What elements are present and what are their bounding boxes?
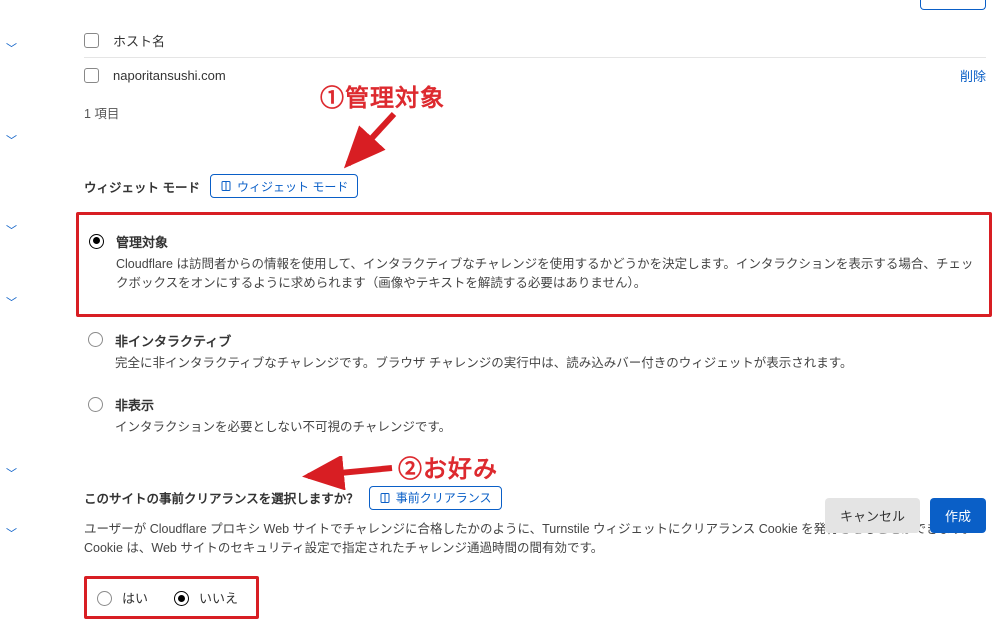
preclearance-no[interactable]: いいえ [174,588,238,607]
radio-input-no[interactable] [174,591,189,606]
radio-title: 非表示 [115,395,982,414]
table-row: naporitansushi.com 削除 [84,57,986,93]
radio-option-noninteractive[interactable]: 非インタラクティブ 完全に非インタラクティブなチャレンジです。ブラウザ チャレン… [84,321,986,385]
preclearance-question: このサイトの事前クリアランスを選択しますか？ [84,488,359,507]
create-button[interactable]: 作成 [930,498,986,533]
annotation-highlight-1: 管理対象 Cloudflare は訪問者からの情報を使用して、インタラクティブな… [76,212,992,317]
delete-link[interactable]: 削除 [960,66,986,85]
radio-desc: 完全に非インタラクティブなチャレンジです。ブラウザ チャレンジの実行中は、読み込… [115,354,982,373]
preclearance-pill-label: 事前クリアランス [396,489,492,506]
book-icon [379,492,391,504]
no-label: いいえ [199,588,238,607]
widget-mode-label-row: ウィジェット モード ウィジェット モード [84,174,986,198]
footer-buttons: キャンセル 作成 [825,498,986,533]
radio-desc: Cloudflare は訪問者からの情報を使用して、インタラクティブなチャレンジ… [116,255,979,294]
radio-option-managed[interactable]: 管理対象 Cloudflare は訪問者からの情報を使用して、インタラクティブな… [85,222,983,306]
yes-label: はい [122,588,148,607]
decorative-cutoff-box [920,0,986,10]
radio-input-noninteractive[interactable] [88,332,103,347]
radio-input-managed[interactable] [89,234,104,249]
widget-mode-label: ウィジェット モード [84,177,200,196]
preclearance-yes[interactable]: はい [97,588,148,607]
radio-title: 管理対象 [116,232,979,251]
hostname-header-label: ホスト名 [113,31,165,50]
item-count: 1 項目 [84,93,986,122]
hostname-table-header: ホスト名 [84,24,986,57]
hostname-value: naporitansushi.com [113,68,226,83]
book-icon [220,180,232,192]
preclearance-pill[interactable]: 事前クリアランス [369,486,502,510]
radio-input-yes[interactable] [97,591,112,606]
widget-mode-radio-group: 管理対象 Cloudflare は訪問者からの情報を使用して、インタラクティブな… [84,212,986,450]
row-checkbox[interactable] [84,68,99,83]
radio-title: 非インタラクティブ [115,331,982,350]
widget-mode-pill-label: ウィジェット モード [237,178,348,195]
cancel-button[interactable]: キャンセル [825,498,920,533]
select-all-checkbox[interactable] [84,33,99,48]
radio-input-invisible[interactable] [88,397,103,412]
radio-desc: インタラクションを必要としない不可視のチャレンジです。 [115,418,982,437]
annotation-highlight-2: はい いいえ [84,576,259,619]
radio-option-invisible[interactable]: 非表示 インタラクションを必要としない不可視のチャレンジです。 [84,385,986,449]
widget-mode-pill[interactable]: ウィジェット モード [210,174,358,198]
